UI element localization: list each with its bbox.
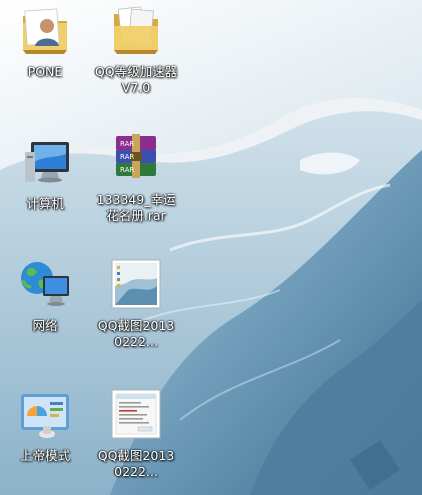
icon-label: QQ截图20130222... [97, 318, 175, 349]
icon-label: 网络 [32, 318, 58, 333]
screenshot-image-icon [108, 386, 164, 442]
desktop-icon-computer[interactable]: 计算机 [4, 134, 86, 246]
network-icon [17, 256, 73, 312]
icon-label: QQ等级加速器V7.0 [94, 64, 178, 95]
computer-icon [17, 134, 73, 190]
icon-label: QQ截图20130222... [97, 448, 175, 479]
desktop[interactable]: PONE QQ等级加速器V7.0 计算机 RAR RAR RAR 133349_… [0, 0, 422, 495]
winrar-archive-icon: RAR RAR RAR [108, 130, 164, 186]
svg-text:RAR: RAR [120, 166, 134, 174]
svg-text:RAR: RAR [120, 140, 134, 148]
desktop-icon-god-mode[interactable]: 上帝模式 [4, 386, 86, 495]
icon-label: 133349_幸运花名册.rar [96, 192, 176, 223]
desktop-icon-rar-archive[interactable]: RAR RAR RAR 133349_幸运花名册.rar [95, 130, 177, 242]
user-folder-icon [17, 2, 73, 58]
desktop-icon-qq-screenshot-2[interactable]: QQ截图20130222... [95, 386, 177, 495]
icon-label: 上帝模式 [19, 448, 70, 463]
desktop-icon-network[interactable]: 网络 [4, 256, 86, 368]
screenshot-image-icon [108, 256, 164, 312]
folder-icon [108, 2, 164, 58]
icon-label: 计算机 [26, 196, 64, 211]
svg-text:RAR: RAR [120, 153, 134, 161]
desktop-icon-qq-screenshot-1[interactable]: QQ截图20130222... [95, 256, 177, 368]
control-panel-icon [17, 386, 73, 442]
desktop-icon-pone[interactable]: PONE [4, 2, 86, 114]
desktop-icon-qq-accelerator[interactable]: QQ等级加速器V7.0 [95, 2, 177, 114]
icon-label: PONE [27, 64, 63, 79]
